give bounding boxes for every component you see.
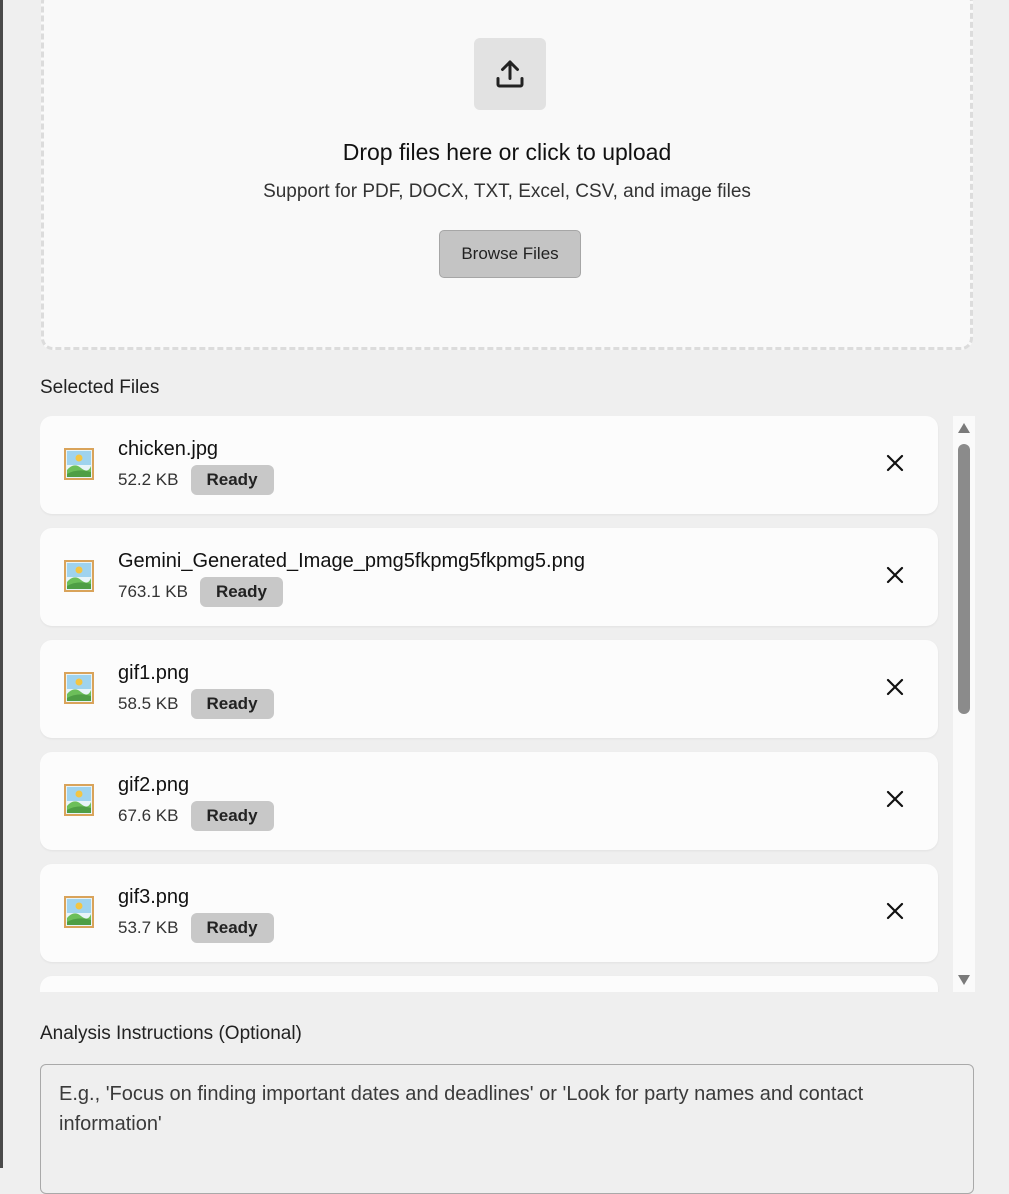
file-card: Gemini_Generated_Image_pmg5fkpmg5fkpmg5.… — [40, 528, 938, 626]
remove-file-button[interactable] — [882, 676, 908, 702]
remove-file-button[interactable] — [882, 900, 908, 926]
file-card: gif1.png 58.5 KB Ready — [40, 640, 938, 738]
file-size: 67.6 KB — [118, 806, 179, 825]
drop-zone-title: Drop files here or click to upload — [342, 139, 672, 165]
analysis-instructions-input[interactable] — [40, 1064, 974, 1194]
status-badge: Ready — [190, 689, 274, 719]
file-size: 58.5 KB — [118, 694, 179, 713]
status-badge: Ready — [199, 577, 283, 607]
scroll-down-arrow-icon[interactable] — [957, 974, 971, 986]
close-icon — [886, 678, 904, 701]
file-card: gif3.png 53.7 KB Ready — [40, 864, 938, 962]
file-size: 763.1 KB — [118, 582, 188, 601]
image-file-icon — [64, 784, 94, 816]
file-size: 52.2 KB — [118, 470, 179, 489]
file-name: Gemini_Generated_Image_pmg5fkpmg5fkpmg5.… — [118, 550, 585, 572]
selected-files-list[interactable]: chicken.jpg 52.2 KB Ready Gemini_Generated_… — [40, 416, 975, 992]
file-name: gif2.png — [118, 774, 190, 796]
file-name: gif3.png — [118, 886, 190, 908]
close-icon — [886, 454, 904, 477]
remove-file-button[interactable] — [882, 452, 908, 478]
file-name: gif1.png — [118, 662, 190, 684]
file-name: chicken.jpg — [118, 438, 219, 460]
file-card: chicken.jpg 52.2 KB Ready — [40, 416, 938, 514]
file-meta: 52.2 KB Ready — [118, 465, 274, 495]
drop-zone-subtitle: Support for PDF, DOCX, TXT, Excel, CSV, … — [263, 181, 751, 202]
selected-files-label: Selected Files — [40, 377, 160, 398]
browse-files-button[interactable]: Browse Files — [439, 230, 581, 278]
status-badge: Ready — [190, 913, 274, 943]
file-meta: 58.5 KB Ready — [118, 689, 274, 719]
upload-page: Drop files here or click to upload Suppo… — [3, 0, 1009, 1194]
analysis-instructions-label: Analysis Instructions (Optional) — [40, 1023, 302, 1044]
remove-file-button[interactable] — [882, 788, 908, 814]
image-file-icon — [64, 448, 94, 480]
close-icon — [886, 790, 904, 813]
file-card-partial — [40, 976, 938, 992]
file-size: 53.7 KB — [118, 918, 179, 937]
scroll-thumb[interactable] — [958, 444, 970, 714]
image-file-icon — [64, 672, 94, 704]
image-file-icon — [64, 560, 94, 592]
upload-icon — [474, 38, 546, 110]
status-badge: Ready — [190, 801, 274, 831]
image-file-icon — [64, 896, 94, 928]
file-meta: 67.6 KB Ready — [118, 801, 274, 831]
close-icon — [886, 902, 904, 925]
file-drop-zone[interactable]: Drop files here or click to upload Suppo… — [41, 0, 973, 350]
close-icon — [886, 566, 904, 589]
file-list-scrollbar[interactable] — [953, 416, 975, 992]
file-meta: 53.7 KB Ready — [118, 913, 274, 943]
scroll-up-arrow-icon[interactable] — [957, 422, 971, 434]
file-card: gif2.png 67.6 KB Ready — [40, 752, 938, 850]
file-meta: 763.1 KB Ready — [118, 577, 283, 607]
remove-file-button[interactable] — [882, 564, 908, 590]
status-badge: Ready — [190, 465, 274, 495]
